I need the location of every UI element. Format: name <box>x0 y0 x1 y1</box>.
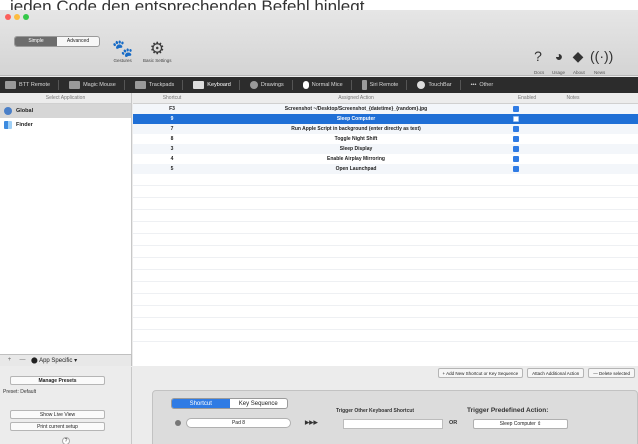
tab-shortcut[interactable]: Shortcut <box>172 399 230 408</box>
shortcut-table: Shortcut Assigned Action Enabled Notes F… <box>133 93 638 366</box>
preset-label: Preset: Default <box>3 389 37 395</box>
tab-btt-remote[interactable]: BTT Remote <box>0 77 64 93</box>
help-icon[interactable]: ? <box>528 48 548 64</box>
docs-label: Docs <box>534 70 545 75</box>
table-row[interactable]: 5 Open Launchpad <box>133 164 638 174</box>
tab-key-sequence[interactable]: Key Sequence <box>230 399 288 408</box>
add-shortcut-button[interactable]: + Add New Shortcut or Key Sequence <box>437 368 524 378</box>
table-row[interactable]: 3 Sleep Display <box>133 144 638 154</box>
table-row[interactable]: F3 Screenshot ~/Desktop/Screenshot_{date… <box>133 104 638 114</box>
enabled-checkbox[interactable] <box>513 106 519 112</box>
remote-icon <box>5 81 16 89</box>
table-row[interactable]: 9 Sleep Computer <box>133 114 638 124</box>
btt-window: Simple Advanced 🐾 Gestures ⚙ Basic Setti… <box>0 10 638 444</box>
column-enabled[interactable]: Enabled <box>501 93 553 104</box>
shortcut-config-panel: Shortcut Key Sequence Pad 8 ▶▶▶ Trigger … <box>152 390 638 444</box>
gear-icon: ⚙ <box>149 39 165 58</box>
about-label: About <box>573 70 585 75</box>
mode-segmented-control: Simple Advanced <box>14 36 100 47</box>
close-window-button[interactable] <box>5 14 11 20</box>
enabled-checkbox[interactable] <box>513 116 519 122</box>
news-label: News <box>594 70 606 75</box>
enabled-checkbox[interactable] <box>513 126 519 132</box>
arrows-label: ▶▶▶ <box>305 420 318 426</box>
column-notes[interactable]: Notes <box>553 93 593 104</box>
broadcast-icon[interactable]: ((·)) <box>590 48 613 64</box>
enabled-checkbox[interactable] <box>513 156 519 162</box>
keyboard-shortcut-field[interactable]: Pad 8 <box>186 418 291 428</box>
tab-other[interactable]: ••• Other <box>466 77 499 93</box>
drawing-icon <box>249 81 258 89</box>
keyboard-icon <box>193 81 205 89</box>
add-app-button[interactable]: + <box>5 356 14 365</box>
print-setup-button[interactable]: Print current setup <box>10 422 105 431</box>
more-icon: ••• <box>470 82 477 88</box>
minimize-window-button[interactable] <box>14 14 20 20</box>
table-row[interactable]: 7 Run Apple Script in background (enter … <box>133 124 638 134</box>
mode-simple-button[interactable]: Simple <box>15 37 57 46</box>
device-tabbar: BTT Remote Magic Mouse Trackpads Keyboar… <box>0 77 638 93</box>
record-icon[interactable] <box>175 420 181 426</box>
tab-normal-mice[interactable]: Normal Mice <box>298 77 357 93</box>
tag-icon[interactable]: ◆ <box>568 48 588 65</box>
predefined-action-select[interactable]: Sleep Computer ⇕ <box>473 419 568 429</box>
basic-settings-button[interactable]: ⚙ Basic Settings <box>143 39 172 64</box>
mode-advanced-button[interactable]: Advanced <box>57 37 99 46</box>
tab-magic-mouse[interactable]: Magic Mouse <box>64 77 130 93</box>
paw-icon: 🐾 <box>112 39 134 58</box>
column-action[interactable]: Assigned Action <box>211 93 501 104</box>
table-empty-area <box>133 174 638 342</box>
remove-app-button[interactable]: — <box>18 356 27 365</box>
trigger-other-label: Trigger Other Keyboard Shortcut <box>336 408 415 414</box>
mouse-icon <box>69 81 81 89</box>
delete-selected-button[interactable]: — Delete selected <box>588 368 635 378</box>
siri-remote-icon <box>361 80 367 90</box>
app-sidebar: Select Application Global Finder <box>0 93 132 354</box>
touchbar-icon <box>417 81 426 89</box>
toolbar: Simple Advanced 🐾 Gestures ⚙ Basic Setti… <box>0 10 638 76</box>
globe-icon <box>4 107 12 115</box>
trigger-predefined-label: Trigger Predefined Action: <box>467 407 549 414</box>
tab-drawings[interactable]: Drawings <box>245 77 298 93</box>
attach-action-button[interactable]: Attach Additional Action <box>527 368 585 378</box>
mouse-icon <box>302 81 309 89</box>
sidebar-header: Select Application <box>0 93 131 104</box>
column-shortcut[interactable]: Shortcut <box>133 93 211 104</box>
zoom-window-button[interactable] <box>23 14 29 20</box>
table-header: Shortcut Assigned Action Enabled Notes <box>133 93 638 104</box>
tab-trackpads[interactable]: Trackpads <box>130 77 188 93</box>
sidebar-item-global[interactable]: Global <box>0 104 131 118</box>
help-button[interactable]: ? <box>62 437 70 444</box>
pie-chart-icon[interactable]: ◕ <box>549 48 569 64</box>
preset-panel: Manage Presets Preset: Default Show Live… <box>0 367 132 444</box>
manage-presets-button[interactable]: Manage Presets <box>10 376 105 385</box>
tab-siri-remote[interactable]: Siri Remote <box>357 77 413 93</box>
table-row[interactable]: 8 Toggle Night Shift <box>133 134 638 144</box>
enabled-checkbox[interactable] <box>513 136 519 142</box>
usage-label: Usage <box>552 70 566 75</box>
tab-touchbar[interactable]: TouchBar <box>412 77 465 93</box>
sidebar-item-finder[interactable]: Finder <box>0 118 131 132</box>
finder-icon <box>4 121 12 129</box>
tab-keyboard[interactable]: Keyboard <box>188 77 245 93</box>
or-label: OR <box>449 420 458 426</box>
enabled-checkbox[interactable] <box>513 146 519 152</box>
trigger-shortcut-input[interactable] <box>343 419 443 429</box>
table-row[interactable]: 4 Enable Airplay Mirroring <box>133 154 638 164</box>
gestures-button[interactable]: 🐾 Gestures <box>112 39 134 64</box>
sidebar-footer: + — ⬤ App Specific ▾ <box>0 354 132 366</box>
show-live-view-button[interactable]: Show Live View <box>10 410 105 419</box>
recording-mode-control: Shortcut Key Sequence <box>171 398 288 409</box>
trackpad-icon <box>134 81 146 89</box>
action-bar: + Add New Shortcut or Key Sequence Attac… <box>133 367 638 379</box>
enabled-checkbox[interactable] <box>513 166 519 172</box>
app-specific-button[interactable]: ⬤ App Specific ▾ <box>31 357 77 364</box>
